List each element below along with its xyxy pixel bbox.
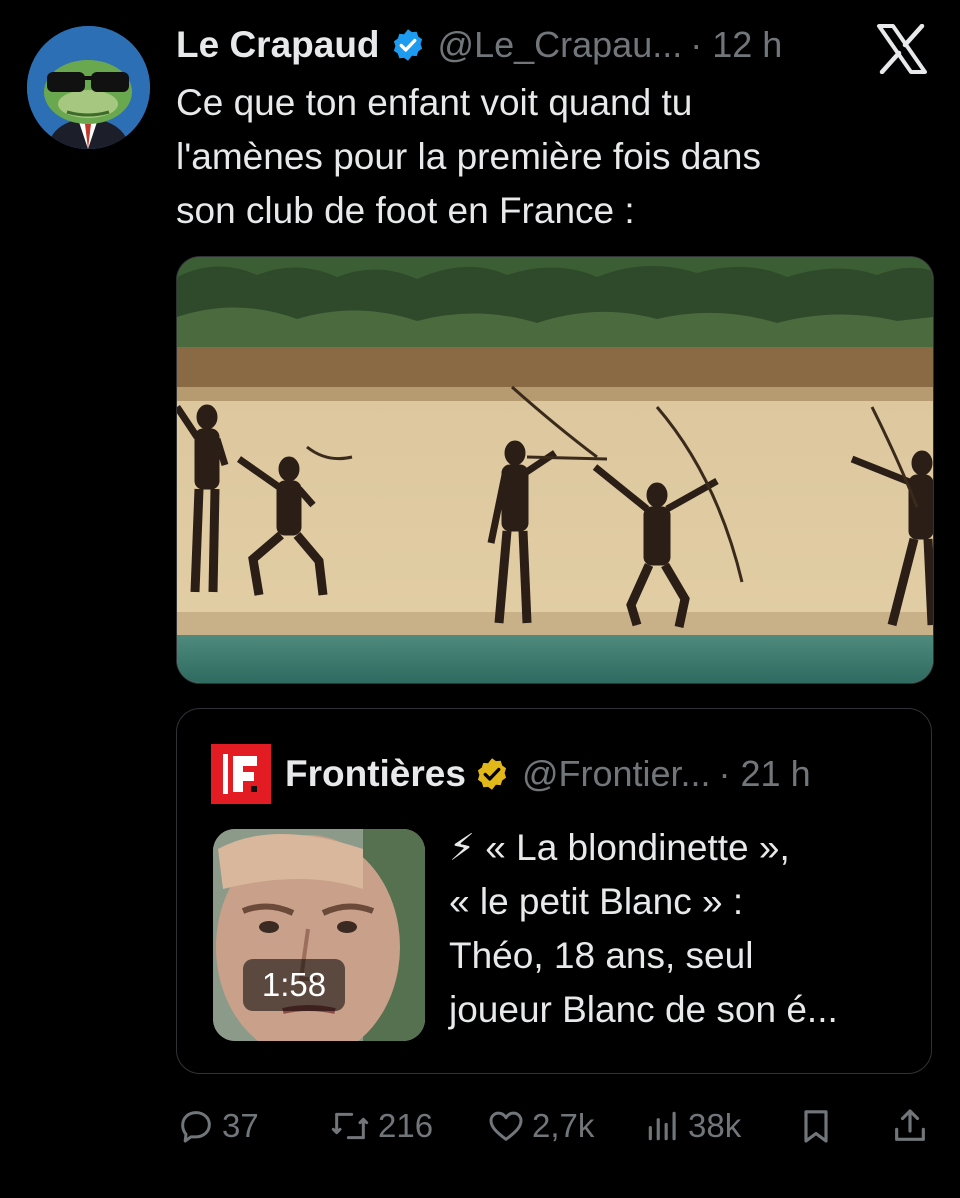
quoted-video-thumbnail[interactable]: 1:58 <box>213 829 425 1041</box>
repost-button[interactable]: 216 <box>328 1100 433 1152</box>
frontieres-logo[interactable] <box>211 744 271 804</box>
post-text-line: l'amènes pour la première fois dans <box>176 136 761 177</box>
x-logo-icon[interactable] <box>876 23 928 75</box>
author-avatar[interactable] <box>27 26 150 149</box>
like-count: 2,7k <box>532 1107 595 1144</box>
quoted-text-line: joueur Blanc de son é... <box>449 989 838 1030</box>
repost-icon <box>331 1112 369 1140</box>
verified-badge-icon[interactable] <box>390 27 426 63</box>
post-timestamp[interactable]: · 12 h <box>690 24 782 66</box>
quoted-author-handle[interactable]: @Frontier... <box>522 753 711 795</box>
views-icon <box>648 1111 676 1141</box>
repost-count: 216 <box>378 1107 434 1144</box>
post-header: Le Crapaud @Le_Crapau... · 12 h <box>176 22 782 68</box>
gold-verified-badge-icon[interactable] <box>474 756 510 792</box>
reply-icon <box>181 1111 211 1143</box>
post-image[interactable] <box>176 256 934 684</box>
views-button[interactable]: 38k <box>644 1100 741 1152</box>
reply-count: 37 <box>222 1107 259 1144</box>
heart-icon <box>489 1111 523 1141</box>
quoted-author-name[interactable]: Frontières <box>285 753 466 795</box>
author-handle[interactable]: @Le_Crapau... <box>438 24 683 66</box>
bookmark-button[interactable] <box>796 1100 836 1152</box>
like-button[interactable]: 2,7k <box>486 1100 594 1152</box>
quoted-post[interactable]: Frontières @Frontier... · 21 h 1:58 ⚡ « … <box>176 708 932 1074</box>
reply-button[interactable]: 37 <box>176 1100 259 1152</box>
quoted-text-line: ⚡ « La blondinette », <box>449 827 790 868</box>
post-text: Ce que ton enfant voit quand tu l'amènes… <box>176 76 916 238</box>
views-count: 38k <box>688 1107 742 1144</box>
author-name[interactable]: Le Crapaud <box>176 24 380 66</box>
share-icon <box>895 1109 925 1141</box>
action-bar: 37 216 2,7k 38k <box>176 1100 936 1152</box>
share-button[interactable] <box>890 1100 930 1152</box>
quoted-post-text: ⚡ « La blondinette », « le petit Blanc »… <box>449 821 909 1037</box>
quoted-text-line: Théo, 18 ans, seul <box>449 935 754 976</box>
post-text-line: Ce que ton enfant voit quand tu <box>176 82 693 123</box>
video-duration: 1:58 <box>243 959 345 1011</box>
quoted-post-timestamp: · 21 h <box>718 753 811 794</box>
quoted-post-header: Frontières @Frontier... · 21 h <box>211 744 811 804</box>
bookmark-icon <box>804 1110 828 1143</box>
quoted-text-line: « le petit Blanc » : <box>449 881 744 922</box>
post-text-line: son club de foot en France : <box>176 190 635 231</box>
